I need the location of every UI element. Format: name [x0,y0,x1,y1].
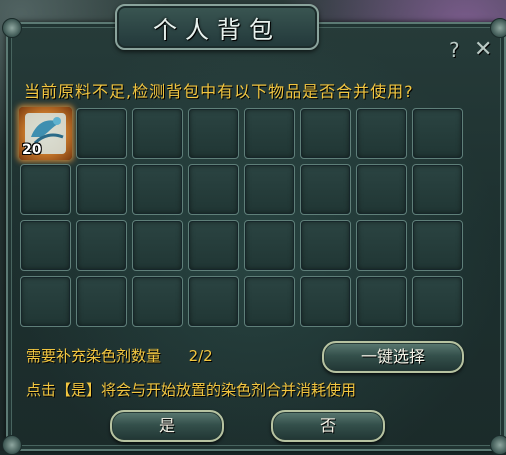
inventory-slot[interactable] [76,276,127,327]
no-button[interactable]: 否 [271,410,385,442]
merge-prompt: 当前原料不足,检测背包中有以下物品是否合并使用? [24,82,414,101]
inventory-slot[interactable] [356,164,407,215]
inventory-grid: 20 [19,107,463,327]
inventory-slot[interactable] [356,276,407,327]
inventory-slot[interactable] [132,276,183,327]
inventory-slot[interactable] [356,108,407,159]
inventory-slot[interactable] [244,164,295,215]
dialog-title: 个人背包 [153,15,281,44]
help-icon[interactable]: ? [449,40,460,60]
inventory-slot[interactable] [356,220,407,271]
close-icon[interactable]: ✕ [474,39,492,61]
inventory-slot[interactable] [76,164,127,215]
requirement-line: 需要补充染色剂数量 2/2 [26,345,213,366]
item-count: 20 [22,142,42,158]
inventory-slot[interactable] [244,108,295,159]
inventory-slot[interactable] [300,276,351,327]
inventory-slot[interactable] [188,108,239,159]
inventory-slot[interactable] [132,108,183,159]
confirm-note: 点击【是】将会与开始放置的染色剂合并消耗使用 [26,381,357,399]
corner-ornament [490,18,506,38]
title-plate: 个人背包 [115,4,319,50]
requirement-value: 2/2 [188,347,213,365]
yes-button[interactable]: 是 [110,410,224,442]
inventory-slot[interactable] [188,164,239,215]
corner-ornament [490,435,506,455]
inventory-slot[interactable] [412,164,463,215]
inventory-slot[interactable] [132,220,183,271]
inventory-slot[interactable] [20,164,71,215]
corner-ornament [2,435,22,455]
inventory-slot[interactable] [20,220,71,271]
inventory-slot[interactable] [244,276,295,327]
inventory-slot[interactable] [20,276,71,327]
inventory-slot[interactable] [412,108,463,159]
inventory-slot[interactable] [412,276,463,327]
inventory-slot[interactable] [300,108,351,159]
inventory-slot[interactable] [188,220,239,271]
inventory-slot[interactable] [76,108,127,159]
inventory-slot[interactable] [76,220,127,271]
corner-ornament [2,18,22,38]
inventory-slot[interactable]: 20 [19,107,72,160]
dye-item-icon[interactable]: 20 [19,107,72,160]
inventory-slot[interactable] [412,220,463,271]
inventory-slot[interactable] [300,220,351,271]
inventory-slot[interactable] [244,220,295,271]
inventory-slot[interactable] [188,276,239,327]
inventory-slot[interactable] [132,164,183,215]
one-click-select-button[interactable]: 一键选择 [322,341,464,373]
requirement-label: 需要补充染色剂数量 [26,347,162,365]
inventory-slot[interactable] [300,164,351,215]
